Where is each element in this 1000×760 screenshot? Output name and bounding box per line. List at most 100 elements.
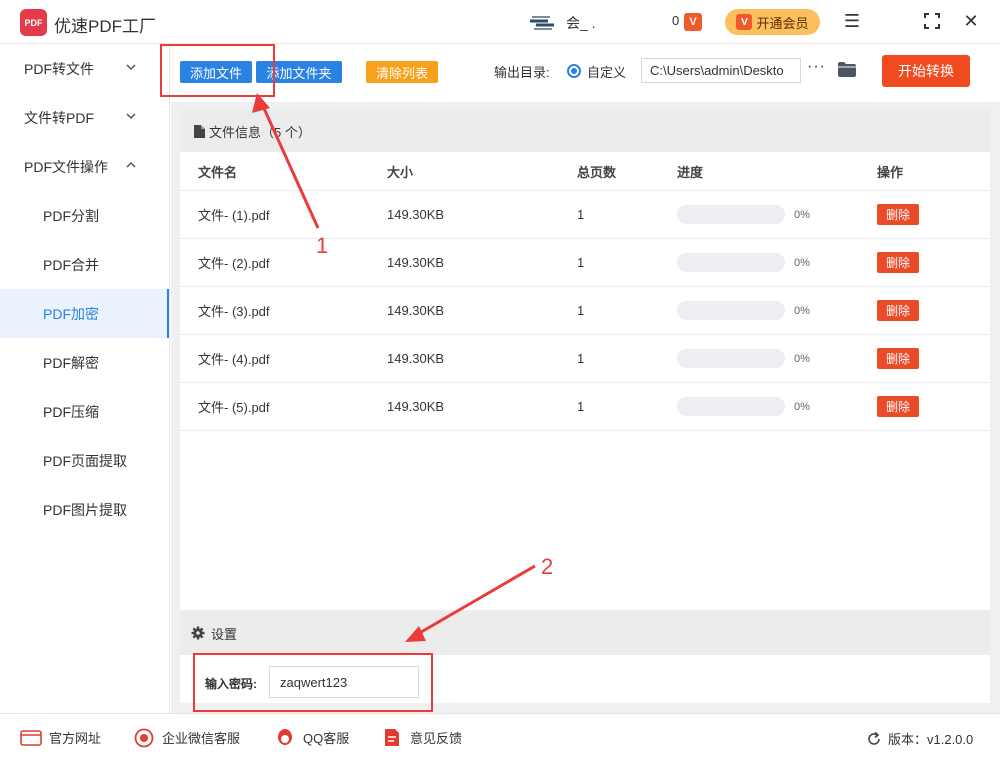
progress-text: 0% — [794, 256, 810, 269]
sidebar-group-file-to-pdf[interactable]: 文件转PDF — [0, 93, 169, 142]
chevron-down-icon — [126, 64, 136, 71]
progress-cell: 0% — [677, 239, 810, 286]
title-bar: PDF 优速PDF工厂 会_ . 0 V V 开通会员 ☰ ✕ — [0, 0, 1000, 44]
sidebar-group-label: PDF文件操作 — [24, 158, 108, 175]
vip-badge-icon: V — [684, 13, 702, 31]
settings-header: 设置 — [180, 611, 990, 655]
custom-radio-label[interactable]: 自定义 — [587, 62, 626, 81]
version-label: 版本：v1.2.0.0 — [888, 732, 974, 747]
table-row: 文件- (2).pdf 149.30KB 1 0% 删除 — [180, 239, 990, 287]
footer: 官方网址 企业微信客服 QQ客服 意见反馈 版本：v1.2.0.0 — [0, 713, 1000, 760]
delete-button[interactable]: 删除 — [877, 348, 919, 369]
maximize-glyph — [924, 13, 940, 29]
app-title: 优速PDF工厂 — [54, 17, 156, 36]
official-website-label: 官方网址 — [49, 731, 102, 746]
feedback-icon — [381, 729, 403, 747]
qq-service-link[interactable]: QQ客服 — [274, 728, 349, 747]
open-vip-button[interactable]: V 开通会员 — [725, 9, 820, 35]
sidebar-item-pdf-encrypt[interactable]: PDF加密 — [0, 289, 169, 338]
file-name: 文件- (3).pdf — [198, 304, 270, 319]
more-options-icon[interactable]: ··· — [807, 58, 826, 76]
wechat-service-label: 企业微信客服 — [162, 731, 241, 746]
open-vip-label: 开通会员 — [756, 15, 809, 31]
delete-button[interactable]: 删除 — [877, 204, 919, 225]
file-info-title: 文件信息（5 个） — [209, 124, 311, 140]
sidebar-item-pdf-compress[interactable]: PDF压缩 — [0, 387, 169, 436]
progress-text: 0% — [794, 400, 810, 413]
sidebar-item-pdf-merge[interactable]: PDF合并 — [0, 240, 169, 289]
settings-title: 设置 — [211, 626, 238, 642]
progress-bar — [677, 397, 785, 416]
sidebar-group-pdf-to-file[interactable]: PDF转文件 — [0, 44, 169, 93]
app-logo-icon: PDF — [20, 9, 47, 36]
progress-bar — [677, 349, 785, 368]
file-size: 149.30KB — [387, 399, 445, 414]
sidebar-item-pdf-decrypt[interactable]: PDF解密 — [0, 338, 169, 387]
chevron-up-icon — [126, 161, 136, 168]
sidebar-group-label: PDF转文件 — [24, 60, 94, 77]
file-name: 文件- (1).pdf — [198, 208, 270, 223]
maximize-icon[interactable] — [921, 10, 943, 32]
version-info: 版本：v1.2.0.0 — [866, 729, 973, 748]
file-info-panel: 文件信息（5 个） 文件名 大小 总页数 进度 操作 文件- (1).pdf 1… — [180, 110, 990, 610]
sidebar-group-pdf-operations[interactable]: PDF文件操作 — [0, 142, 169, 191]
wechat-icon — [133, 728, 155, 747]
user-name[interactable]: 会_ . — [566, 13, 596, 33]
progress-cell: 0% — [677, 287, 810, 334]
column-header-size: 大小 — [387, 164, 414, 180]
file-table: 文件名 大小 总页数 进度 操作 文件- (1).pdf 149.30KB 1 … — [180, 152, 990, 431]
column-header-action: 操作 — [877, 164, 904, 180]
custom-radio[interactable] — [567, 64, 581, 78]
sidebar-item-pdf-image-extract[interactable]: PDF图片提取 — [0, 485, 169, 534]
action-cell: 删除 — [877, 287, 919, 334]
file-name: 文件- (2).pdf — [198, 256, 270, 271]
wechat-service-link[interactable]: 企业微信客服 — [133, 728, 240, 747]
qq-service-label: QQ客服 — [303, 731, 350, 746]
document-icon — [194, 124, 205, 138]
vip-icon: V — [736, 14, 753, 30]
refresh-icon[interactable] — [866, 731, 882, 747]
file-name: 文件- (4).pdf — [198, 352, 270, 367]
file-size: 149.30KB — [387, 303, 445, 318]
feedback-link[interactable]: 意见反馈 — [381, 728, 462, 747]
action-cell: 删除 — [877, 239, 919, 286]
qq-icon — [274, 728, 296, 747]
progress-bar — [677, 301, 785, 320]
website-icon — [20, 729, 42, 747]
menu-icon[interactable]: ☰ — [841, 10, 863, 32]
action-cell: 删除 — [877, 335, 919, 382]
sidebar-item-pdf-page-extract[interactable]: PDF页面提取 — [0, 436, 169, 485]
action-cell: 删除 — [877, 191, 919, 238]
sidebar: PDF转文件 文件转PDF PDF文件操作 PDF分割 PDF合并 PDF加密 … — [0, 44, 170, 713]
user-badge-number: 0 — [672, 13, 680, 28]
close-icon[interactable]: ✕ — [960, 10, 982, 32]
file-pages: 1 — [577, 255, 585, 270]
file-pages: 1 — [577, 351, 585, 366]
clear-list-button[interactable]: 清除列表 — [366, 61, 438, 83]
delete-button[interactable]: 删除 — [877, 252, 919, 273]
file-size: 149.30KB — [387, 207, 445, 222]
official-website-link[interactable]: 官方网址 — [20, 728, 101, 747]
progress-bar — [677, 205, 785, 224]
folder-icon[interactable] — [837, 61, 857, 78]
annotation-box-1 — [160, 44, 275, 97]
gear-icon — [191, 626, 205, 640]
file-size: 149.30KB — [387, 255, 445, 270]
delete-button[interactable]: 删除 — [877, 396, 919, 417]
delete-button[interactable]: 删除 — [877, 300, 919, 321]
file-pages: 1 — [577, 303, 585, 318]
column-header-name: 文件名 — [198, 164, 238, 180]
annotation-number-1: 1 — [316, 233, 329, 258]
output-path-field[interactable] — [641, 58, 801, 83]
annotation-number-2: 2 — [541, 554, 554, 579]
output-dir-label: 输出目录: — [494, 65, 550, 80]
start-convert-button[interactable]: 开始转换 — [882, 55, 970, 87]
file-pages: 1 — [577, 207, 585, 222]
table-row: 文件- (1).pdf 149.30KB 1 0% 删除 — [180, 191, 990, 239]
table-header-row: 文件名 大小 总页数 进度 操作 — [180, 152, 990, 191]
sidebar-item-pdf-split[interactable]: PDF分割 — [0, 191, 169, 240]
file-pages: 1 — [577, 399, 585, 414]
table-row: 文件- (4).pdf 149.30KB 1 0% 删除 — [180, 335, 990, 383]
progress-bar — [677, 253, 785, 272]
chevron-down-icon — [126, 113, 136, 120]
